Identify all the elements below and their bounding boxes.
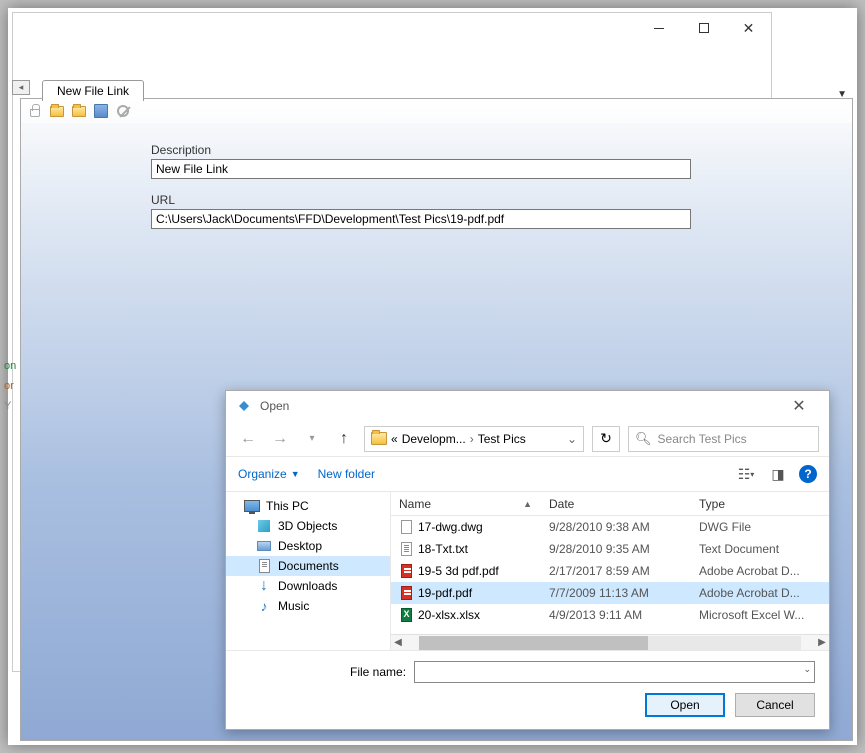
toolbar	[21, 99, 852, 123]
search-input[interactable]: 🔍︎ Search Test Pics	[628, 426, 819, 452]
download-icon: ↓	[256, 579, 272, 593]
side-hints: on or Y	[4, 360, 16, 420]
titlebar: ✕	[13, 13, 771, 43]
hint-a: on	[4, 360, 16, 372]
breadcrumb-part2[interactable]: Test Pics	[478, 432, 526, 446]
sort-asc-icon: ▲	[523, 499, 532, 509]
nav-item-this-pc[interactable]: This PC	[226, 496, 390, 516]
pc-icon	[244, 499, 260, 513]
browse-folder-icon[interactable]	[69, 101, 89, 121]
folder-icon	[371, 432, 387, 445]
xlsx-file-icon	[399, 607, 413, 623]
open-button[interactable]: Open	[645, 693, 725, 717]
hint-c: Y	[4, 400, 16, 412]
up-button[interactable]: ↑	[332, 427, 356, 451]
file-row[interactable]: 19-pdf.pdf7/7/2009 11:13 AMAdobe Acrobat…	[391, 582, 829, 604]
file-row[interactable]: 19-5 3d pdf.pdf2/17/2017 8:59 AMAdobe Ac…	[391, 560, 829, 582]
file-row[interactable]: 18-Txt.txt9/28/2010 9:35 AMText Document	[391, 538, 829, 560]
new-folder-button[interactable]: New folder	[318, 467, 375, 481]
disabled-icon	[113, 101, 133, 121]
save-icon[interactable]	[91, 101, 111, 121]
pdf-file-icon	[399, 585, 413, 601]
side-panel-tab[interactable]: ◂	[12, 80, 30, 95]
nav-item-3d-objects[interactable]: 3D Objects	[226, 516, 390, 536]
refresh-button[interactable]: ↻	[592, 426, 620, 452]
navigation-pane: This PC3D ObjectsDesktopDocuments↓Downlo…	[226, 492, 391, 650]
filename-dropdown-icon[interactable]: ⌄	[803, 664, 811, 675]
description-label: Description	[151, 143, 822, 157]
view-options-button[interactable]: ☷▾	[735, 464, 757, 484]
column-type[interactable]: Type	[691, 497, 829, 511]
breadcrumb[interactable]: « Developm... › Test Pics ⌄	[364, 426, 584, 452]
close-button[interactable]: ✕	[726, 13, 771, 43]
open-folder-icon[interactable]	[47, 101, 67, 121]
filename-input[interactable]	[414, 661, 815, 683]
search-placeholder: Search Test Pics	[658, 432, 747, 446]
column-headers: Name▲ Date Type	[391, 492, 829, 516]
pdf-file-icon	[399, 563, 413, 579]
music-icon: ♪	[256, 599, 272, 613]
generic-file-icon	[399, 519, 413, 535]
nav-item-music[interactable]: ♪Music	[226, 596, 390, 616]
recent-dropdown[interactable]: ▾	[300, 427, 324, 451]
chevron-down-icon[interactable]: ⌄	[567, 432, 577, 446]
dialog-close-button[interactable]: ✕	[779, 396, 819, 416]
url-label: URL	[151, 193, 822, 207]
organize-button[interactable]: Organize▼	[238, 467, 300, 481]
search-icon: 🔍︎	[635, 431, 652, 447]
column-name[interactable]: Name▲	[391, 497, 541, 511]
filename-label: File name:	[350, 665, 406, 679]
horizontal-scrollbar[interactable]: ◀ ▶	[391, 634, 829, 650]
file-list: 17-dwg.dwg9/28/2010 9:38 AMDWG File18-Tx…	[391, 516, 829, 634]
file-row[interactable]: 20-xlsx.xlsx4/9/2013 9:11 AMMicrosoft Ex…	[391, 604, 829, 626]
back-button[interactable]: ←	[236, 427, 260, 451]
unlock-icon[interactable]	[25, 101, 45, 121]
chevron-down-icon: ▼	[291, 469, 300, 479]
doc-icon	[256, 559, 272, 573]
preview-pane-button[interactable]: ◨	[767, 464, 789, 484]
nav-item-downloads[interactable]: ↓Downloads	[226, 576, 390, 596]
help-button[interactable]: ?	[799, 465, 817, 483]
nav-item-desktop[interactable]: Desktop	[226, 536, 390, 556]
description-input[interactable]	[151, 159, 691, 179]
file-row[interactable]: 17-dwg.dwg9/28/2010 9:38 AMDWG File	[391, 516, 829, 538]
tab-new-file-link[interactable]: New File Link	[42, 80, 144, 101]
breadcrumb-part1[interactable]: Developm...	[402, 432, 466, 446]
txt-file-icon	[399, 541, 413, 557]
app-icon	[236, 398, 252, 414]
url-input[interactable]	[151, 209, 691, 229]
minimize-button[interactable]	[636, 13, 681, 43]
maximize-button[interactable]	[681, 13, 726, 43]
column-date[interactable]: Date	[541, 497, 691, 511]
cancel-button[interactable]: Cancel	[735, 693, 815, 717]
open-dialog: Open ✕ ← → ▾ ↑ « Developm... › Test Pics…	[225, 390, 830, 730]
hint-b: or	[4, 380, 16, 392]
forward-button[interactable]: →	[268, 427, 292, 451]
desktop-icon	[256, 539, 272, 553]
chevron-right-icon: ›	[470, 432, 474, 446]
dialog-title: Open	[260, 399, 289, 413]
nav-item-documents[interactable]: Documents	[226, 556, 390, 576]
breadcrumb-prefix: «	[391, 432, 398, 446]
cube-icon	[256, 519, 272, 533]
